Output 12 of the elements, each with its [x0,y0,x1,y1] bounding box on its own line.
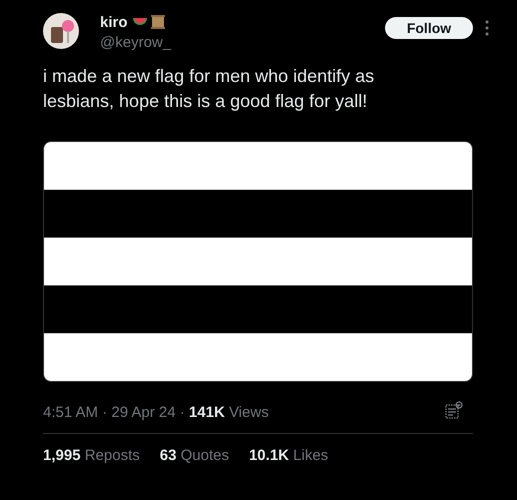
author-name[interactable]: kiro [100,14,128,30]
more-icon[interactable] [485,20,489,36]
stat-link[interactable]: 63 Quotes [160,447,229,464]
notes-icon[interactable] [445,400,463,418]
tweet-text: i made a new flag for men who identify as lesbians, hope this is a good flag for yall! [43,65,376,113]
author-handle[interactable]: @keyrow_ [100,34,172,51]
scroll-icon [150,15,166,29]
stat-link[interactable]: 10.1K Likes [248,447,328,464]
avatar[interactable] [43,13,79,49]
follow-button[interactable]: Follow [385,17,473,39]
stat-link[interactable]: 1,995 Reposts [43,447,140,464]
tweet-meta: 4:51 AM · 29 Apr 24 · 141K Views [43,404,269,421]
